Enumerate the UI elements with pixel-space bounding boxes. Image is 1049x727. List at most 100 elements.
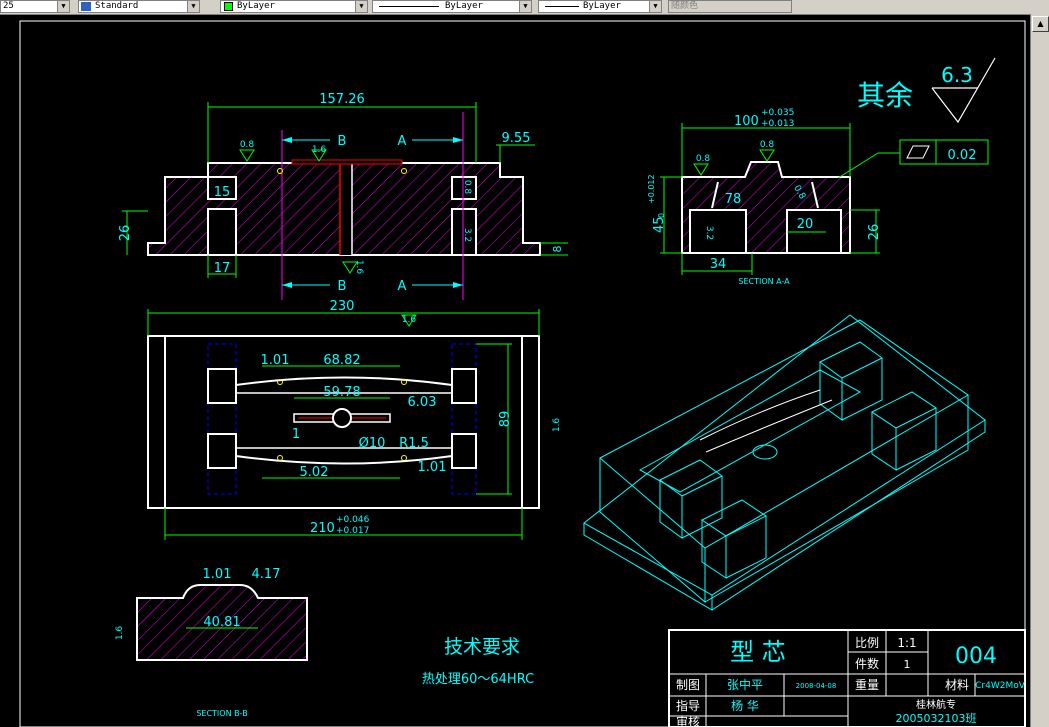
- rough-aa-left: 0.8: [696, 154, 711, 164]
- height-tol-lower: 0: [657, 213, 666, 218]
- linetype-preview-icon: [379, 6, 439, 7]
- tol-lower-210: +0.017: [336, 526, 369, 536]
- flatness-leader: [837, 152, 879, 179]
- dim-68-82: 68.82: [323, 353, 360, 368]
- tb-weight-label: 重量: [855, 678, 879, 692]
- tech-requirements: 技术要求 热处理60～64HRC: [422, 636, 534, 687]
- color-value: ByLayer: [237, 1, 275, 11]
- dim-20: 20: [797, 217, 814, 232]
- dim-59-78: 59.78: [323, 385, 360, 400]
- hidden-pocket-right: [451, 343, 477, 495]
- tb-part-name: 型 芯: [730, 638, 786, 666]
- section-b-top: B: [338, 134, 347, 149]
- dim-style-dropdown[interactable]: 25 ▼: [0, 0, 70, 13]
- tb-material-value: Cr4W2MoV: [975, 681, 1026, 691]
- chevron-down-icon: ▼: [187, 1, 199, 12]
- tb-school: 桂林航专: [916, 698, 956, 711]
- linetype-dropdown[interactable]: ByLayer ▼: [372, 0, 532, 13]
- front-runner: [291, 159, 403, 165]
- rough-1-6-bottom: 1.6: [354, 260, 364, 275]
- flatness-icon: [906, 145, 930, 159]
- dim-phi10: Ø10: [359, 436, 386, 451]
- tb-drawn-label: 制图: [676, 678, 700, 692]
- section-bb-view: 1.01 4.17 40.81 1.6 SECTION B-B: [115, 567, 308, 718]
- roughness-symbol-icon: [693, 163, 709, 176]
- iso-pocket: [819, 341, 883, 421]
- hidden-pocket-left: [207, 343, 237, 495]
- dim-15: 15: [214, 185, 231, 200]
- text-style-icon: [81, 2, 91, 11]
- section-a-top: A: [398, 134, 407, 149]
- tb-guide-by: 杨 华: [731, 698, 759, 713]
- roughness-note-value: 6.3: [941, 63, 973, 87]
- dim-89: 89: [498, 411, 513, 428]
- arrow-icon: [282, 137, 292, 143]
- plot-style-dropdown[interactable]: 随颜色: [668, 0, 792, 13]
- section-aa-view: 100 +0.035 +0.013 45 +0.012 0 78 20 26 3…: [647, 108, 989, 286]
- rough-top: 1.6: [402, 315, 417, 325]
- dim-bb-4-17: 4.17: [252, 567, 281, 582]
- dim-26: 26: [118, 225, 133, 242]
- front-center-slot: [340, 163, 352, 255]
- iso-cavity-curve: [705, 399, 833, 453]
- dim-8: 8: [551, 246, 564, 253]
- dim-17: 17: [214, 261, 231, 276]
- chevron-down-icon: ▼: [57, 1, 69, 12]
- top-pocket: [451, 368, 477, 404]
- section-bb-label: SECTION B-B: [196, 709, 247, 718]
- section-aa-label: SECTION A-A: [738, 277, 790, 286]
- dim-bb-1-01: 1.01: [203, 567, 232, 582]
- tb-qty-label: 件数: [855, 656, 879, 671]
- tb-review-label: 审核: [676, 714, 700, 727]
- text-style-dropdown[interactable]: Standard ▼: [78, 0, 200, 13]
- tol-upper: +0.035: [761, 108, 794, 118]
- iso-base-plate: [583, 314, 986, 611]
- tb-scale-value: 1:1: [897, 636, 916, 650]
- iso-pocket: [871, 391, 937, 471]
- section-a-bottom: A: [398, 279, 407, 294]
- dim-9-55: 9.55: [502, 131, 531, 146]
- section-aa-pocket-left: [689, 209, 747, 254]
- lineweight-dropdown[interactable]: ByLayer ▼: [538, 0, 662, 13]
- roughness-note-label: 其余: [857, 79, 913, 112]
- tb-guide-label: 指导: [676, 698, 700, 713]
- chevron-down-icon: ▼: [519, 1, 531, 12]
- lineweight-preview-icon: [545, 6, 579, 7]
- rough-aa-mid: 0.8: [760, 140, 775, 150]
- plot-style-value: 随颜色: [671, 1, 699, 11]
- iso-cavity-curve: [699, 389, 821, 441]
- front-view: 157.26 B A B A 9.55 26 15 17 8 0.8 1.6 0…: [118, 92, 568, 300]
- top-pocket: [207, 368, 237, 404]
- tb-scale-label: 比例: [855, 636, 879, 650]
- arrow-icon: [453, 282, 463, 288]
- properties-toolbar: 25 ▼ Standard ▼ ByLayer ▼ ByLayer ▼ ByLayer ▼…: [0, 0, 1049, 15]
- drawing-canvas[interactable]: 157.26 B A B A 9.55 26 15 17 8 0.8 1.6 0…: [0, 14, 1030, 727]
- tb-drawn-date: 2008-04-08: [796, 682, 837, 690]
- tech-req-title: 技术要求: [444, 636, 520, 658]
- scroll-up-arrow-icon[interactable]: ▲: [1032, 16, 1049, 32]
- color-dropdown[interactable]: ByLayer ▼: [220, 0, 368, 13]
- iso-pocket: [659, 459, 723, 539]
- dim-1-01-a: 1.01: [261, 353, 290, 368]
- chevron-down-icon: ▼: [355, 1, 367, 12]
- roughness-symbol-icon: [239, 149, 255, 162]
- dim-r1-5: R1.5: [399, 436, 429, 451]
- rough-aa-inner: 3.2: [704, 226, 714, 240]
- dim-40-81: 40.81: [203, 615, 240, 630]
- linetype-value: ByLayer: [445, 1, 483, 11]
- tol-upper-210: +0.046: [336, 515, 370, 525]
- roughness-note: 其余 6.3: [857, 57, 996, 124]
- dim-1: 1: [292, 427, 300, 442]
- top-pocket: [207, 433, 237, 469]
- dim-style-value: 25: [3, 1, 14, 11]
- dim-210: 210: [310, 521, 335, 536]
- rough-bb: 1.6: [115, 626, 125, 641]
- chevron-down-icon: ▼: [649, 1, 661, 12]
- rough-1-6: 1.6: [312, 145, 327, 155]
- cavity-edge-top: [235, 376, 453, 386]
- height-tol-upper: +0.012: [647, 174, 656, 204]
- vertical-scrollbar[interactable]: ▲: [1030, 14, 1049, 727]
- text-style-value: Standard: [95, 1, 139, 11]
- section-b-bottom: B: [338, 279, 347, 294]
- tb-qty-value: 1: [904, 658, 911, 671]
